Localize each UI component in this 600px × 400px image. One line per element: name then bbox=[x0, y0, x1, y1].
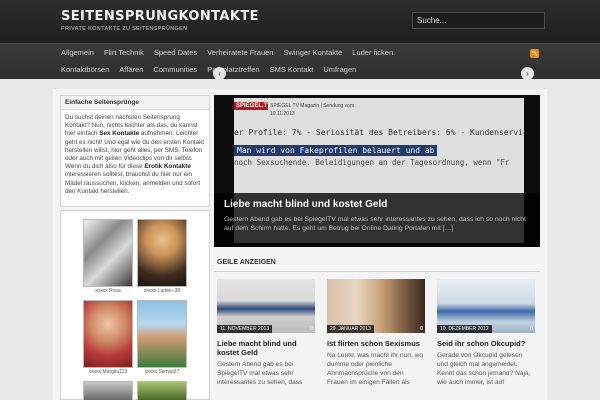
post-thumbnail[interactable]: 10. DEZEMBER 2012 0 bbox=[437, 279, 535, 333]
widget-text: Du suchst deinen nächsten Seitensprung K… bbox=[61, 110, 209, 196]
widget-title: Einfache Seitensprünge bbox=[61, 96, 209, 110]
sidebar-text-widget: Einfache Seitensprünge Du suchst deinen … bbox=[60, 95, 210, 207]
post-card: 11. NOVEMBER 2013 0 Liebe macht blind un… bbox=[217, 279, 315, 387]
profile-photo[interactable] bbox=[137, 381, 187, 400]
nav-item-parkplatztreffen[interactable]: Parkplatztreffen bbox=[202, 64, 264, 75]
profile-photo[interactable] bbox=[83, 300, 133, 368]
nav-item-speed-dates[interactable]: Speed Dates bbox=[149, 47, 202, 58]
profile-photo[interactable] bbox=[83, 381, 133, 400]
erotik-kontakte-link[interactable]: Erotik Kontakte bbox=[144, 163, 191, 170]
nav-item-flirt-technik[interactable]: Flirt Technik bbox=[99, 47, 149, 58]
nav-item-communities[interactable]: Communities bbox=[148, 64, 202, 75]
profile-card[interactable]: xxxxx Lumie--30 bbox=[137, 219, 187, 294]
post-card: 29. JANUAR 2013 0 Ist flirten schon Sexi… bbox=[327, 279, 425, 387]
profile-photo[interactable] bbox=[83, 219, 133, 287]
slide-caption: Liebe macht blind und kostet Geld Gester… bbox=[214, 193, 540, 247]
screen-text-line: noch Sexsuchende. Beleidigungen an der T… bbox=[234, 158, 510, 167]
nav-item-umfragen[interactable]: Umfragen bbox=[318, 64, 361, 75]
sidebar-profiles-widget: xxxxx Rosa xxxxx Lumie--30 xxxxx Marglia… bbox=[60, 210, 210, 400]
post-excerpt: Gestern Abend gab es bei SpiegelTV mal e… bbox=[217, 361, 303, 386]
profile-name: xxxxx Siervia27 bbox=[144, 369, 180, 375]
section-title: GEILE ANZEIGEN bbox=[217, 259, 276, 266]
screen-text-highlight: Man wird von Fakeprofilen belauert und a… bbox=[234, 145, 438, 156]
featured-slider[interactable]: SPIEGEL.TV SPIEGEL TV Magazin | Sendung … bbox=[214, 95, 540, 247]
slider-prev-button[interactable]: ‹ bbox=[213, 67, 226, 80]
profile-card[interactable]: xxxxx Rosa bbox=[83, 219, 133, 294]
slider-next-button[interactable]: › bbox=[521, 67, 534, 80]
site-tagline: PRIVATE KONTAKTE ZU SEITENSPRÜNGEN bbox=[61, 26, 188, 32]
nav-item-swinger-kontakte[interactable]: Swinger Kontakte bbox=[278, 47, 347, 58]
post-date: 11. NOVEMBER 2013 bbox=[217, 325, 273, 333]
widget-text-part: interessieren solltest, brauchst du hier… bbox=[65, 171, 201, 195]
post-date: 29. JANUAR 2013 bbox=[327, 325, 374, 333]
comment-count[interactable]: 0 bbox=[310, 326, 313, 332]
post-excerpt: Na Leute, was macht ihr nun, wo dumme od… bbox=[327, 352, 424, 386]
profile-photo[interactable] bbox=[137, 300, 187, 368]
profile-name: xxxxx Marglia123 bbox=[88, 369, 128, 375]
comment-count[interactable]: 0 bbox=[530, 326, 533, 332]
profile-card[interactable]: xxxxx Marglia123 bbox=[83, 300, 133, 375]
nav-row-1: Allgemein Flirt Technik Speed Dates Verh… bbox=[56, 47, 398, 58]
nav-item-verheiratete-frauen[interactable]: Verheiratete Frauen bbox=[202, 47, 278, 58]
spiegel-tv-logo: SPIEGEL.TV bbox=[234, 102, 272, 110]
profile-name: xxxxx Lumie--30 bbox=[143, 288, 181, 294]
comment-count[interactable]: 0 bbox=[420, 326, 423, 332]
profile-card[interactable]: xxxxx Siervia27 bbox=[137, 300, 187, 375]
slide-title[interactable]: Liebe macht blind und kostet Geld bbox=[224, 199, 530, 210]
post-title[interactable]: Seid ihr schon Okcupid? bbox=[437, 339, 535, 348]
site-header: SEITENSPRUNGKONTAKTE PRIVATE KONTAKTE ZU… bbox=[0, 0, 600, 43]
profile-card[interactable] bbox=[137, 381, 187, 400]
main-nav: Allgemein Flirt Technik Speed Dates Verh… bbox=[0, 43, 600, 79]
rss-icon[interactable] bbox=[530, 49, 539, 58]
profile-card[interactable] bbox=[83, 381, 133, 400]
broadcast-info: SPIEGEL TV Magazin | Sendung vom 10.11.2… bbox=[270, 103, 355, 117]
profile-photo[interactable] bbox=[137, 219, 187, 287]
post-title[interactable]: Ist flirten schon Sexismus bbox=[327, 339, 425, 348]
nav-item-kontaktboersen[interactable]: Kontaktbörsen bbox=[56, 64, 114, 75]
sex-kontakte-link[interactable]: Sex Kontakte bbox=[99, 130, 139, 137]
nav-item-affaeren[interactable]: Affären bbox=[114, 64, 148, 75]
profile-name: xxxxx Rosa bbox=[95, 288, 121, 294]
nav-item-luder-ficken[interactable]: Luder ficken bbox=[347, 47, 398, 58]
post-date: 10. DEZEMBER 2012 bbox=[437, 325, 492, 333]
site-title[interactable]: SEITENSPRUNGKONTAKTE bbox=[61, 9, 259, 24]
post-thumbnail[interactable]: 29. JANUAR 2013 0 bbox=[327, 279, 425, 333]
post-excerpt: Gerade von Okcupid gelesen und gleich ma… bbox=[437, 352, 531, 386]
slide-excerpt: Gestern Abend gab es bei SpiegelTV mal e… bbox=[224, 216, 526, 232]
nav-item-sms-kontakt[interactable]: SMS Kontakt bbox=[265, 64, 319, 75]
search-input[interactable] bbox=[412, 12, 545, 29]
post-card: 10. DEZEMBER 2012 0 Seid ihr schon Okcup… bbox=[437, 279, 535, 387]
nav-item-allgemein[interactable]: Allgemein bbox=[56, 47, 99, 58]
section-divider bbox=[214, 271, 540, 272]
post-title[interactable]: Liebe macht blind und kostet Geld bbox=[217, 339, 315, 357]
post-thumbnail[interactable]: 11. NOVEMBER 2013 0 bbox=[217, 279, 315, 333]
nav-row-2: Kontaktbörsen Affären Communities Parkpl… bbox=[56, 64, 361, 75]
screen-text-line: er Profile: 7% - Seriosität des Betreibe… bbox=[234, 128, 524, 137]
